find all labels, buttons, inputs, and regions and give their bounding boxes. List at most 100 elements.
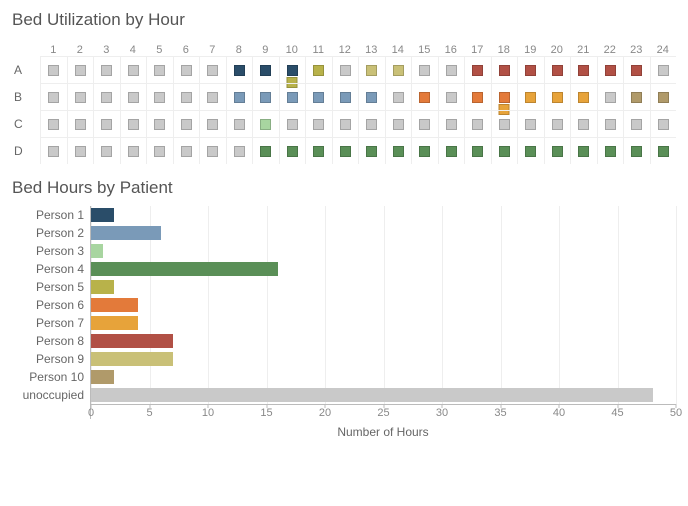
heatmap-cell xyxy=(40,56,67,83)
occupancy-marker xyxy=(313,65,324,76)
occupancy-marker xyxy=(313,92,324,103)
bar-label: unoccupied xyxy=(12,386,90,404)
occupancy-marker xyxy=(340,119,351,130)
bar xyxy=(91,298,138,312)
occupancy-marker xyxy=(605,146,616,157)
heatmap-cell xyxy=(93,83,120,110)
heatmap-cell xyxy=(67,56,94,83)
heatmap-cell xyxy=(623,137,650,164)
hour-header: 7 xyxy=(199,38,226,56)
heatmap-cell xyxy=(226,137,253,164)
heatmap-cell xyxy=(358,110,385,137)
occupancy-marker xyxy=(207,119,218,130)
heatmap-cell xyxy=(358,56,385,83)
occupancy-marker xyxy=(287,65,298,76)
occupancy-marker xyxy=(313,146,324,157)
bar xyxy=(91,370,114,384)
hour-header: 14 xyxy=(385,38,412,56)
heatmap-cell xyxy=(438,110,465,137)
occupancy-marker xyxy=(499,92,510,103)
occupancy-marker xyxy=(472,65,483,76)
occupancy-marker xyxy=(181,119,192,130)
occupancy-marker xyxy=(154,92,165,103)
bar-cell xyxy=(90,224,676,242)
occupancy-marker xyxy=(472,92,483,103)
hour-header: 5 xyxy=(146,38,173,56)
occupancy-marker xyxy=(154,146,165,157)
occupancy-marker xyxy=(552,92,563,103)
x-tick: 40 xyxy=(553,407,565,419)
heatmap-cell xyxy=(385,137,412,164)
heatmap-cell xyxy=(40,137,67,164)
occupancy-marker xyxy=(419,119,430,130)
occupancy-marker xyxy=(658,65,669,76)
heatmap-cell xyxy=(93,110,120,137)
occupancy-marker xyxy=(446,146,457,157)
heatmap-cell xyxy=(252,137,279,164)
heatmap-cell xyxy=(464,56,491,83)
heatmap-cell xyxy=(279,56,306,83)
occupancy-marker xyxy=(260,92,271,103)
occupancy-marker xyxy=(154,119,165,130)
occupancy-marker xyxy=(419,65,430,76)
hour-header: 8 xyxy=(226,38,253,56)
occupancy-marker xyxy=(260,65,271,76)
occupancy-marker xyxy=(658,92,669,103)
occupancy-marker xyxy=(287,119,298,130)
occupancy-marker xyxy=(234,146,245,157)
heatmap-cell xyxy=(491,137,518,164)
occupancy-marker xyxy=(181,92,192,103)
heatmap-cell xyxy=(120,137,147,164)
heatmap-cell xyxy=(411,137,438,164)
heatmap-cell xyxy=(650,137,677,164)
heatmap-cell xyxy=(67,110,94,137)
occupancy-marker xyxy=(75,119,86,130)
hour-header: 4 xyxy=(120,38,147,56)
bar-cell xyxy=(90,296,676,314)
bar-label: Person 5 xyxy=(12,278,90,296)
occupancy-marker xyxy=(525,119,536,130)
heatmap-cell xyxy=(544,110,571,137)
occupancy-marker xyxy=(234,65,245,76)
bar-label: Person 8 xyxy=(12,332,90,350)
heatmap-cell xyxy=(226,56,253,83)
occupancy-marker xyxy=(154,65,165,76)
occupancy-marker xyxy=(340,146,351,157)
hour-header: 2 xyxy=(67,38,94,56)
occupancy-marker xyxy=(393,92,404,103)
heatmap-cell xyxy=(544,56,571,83)
hour-header: 23 xyxy=(623,38,650,56)
hour-header: 13 xyxy=(358,38,385,56)
bar-cell xyxy=(90,278,676,296)
heatmap-cell xyxy=(146,56,173,83)
heatmap-cell xyxy=(146,83,173,110)
occupancy-marker xyxy=(658,119,669,130)
heatmap-cell xyxy=(332,83,359,110)
occupancy-marker xyxy=(181,65,192,76)
heatmap-title: Bed Utilization by Hour xyxy=(12,10,676,30)
heatmap-cell xyxy=(226,110,253,137)
hour-header: 9 xyxy=(252,38,279,56)
heatmap-cell xyxy=(544,83,571,110)
occupancy-marker xyxy=(605,119,616,130)
bar-label: Person 1 xyxy=(12,206,90,224)
heatmap-cell xyxy=(279,137,306,164)
heatmap-cell xyxy=(40,110,67,137)
heatmap-cell xyxy=(332,110,359,137)
heatmap-cell xyxy=(650,56,677,83)
heatmap-cell xyxy=(332,56,359,83)
occupancy-marker xyxy=(393,119,404,130)
bar-label: Person 10 xyxy=(12,368,90,386)
occupancy-marker xyxy=(75,65,86,76)
x-tick: 0 xyxy=(88,407,94,419)
occupancy-marker xyxy=(446,92,457,103)
heatmap-cell xyxy=(544,137,571,164)
heatmap-cell xyxy=(93,137,120,164)
heatmap-cell xyxy=(305,110,332,137)
occupancy-marker xyxy=(101,119,112,130)
heatmap-cell xyxy=(385,56,412,83)
occupancy-marker xyxy=(552,65,563,76)
occupancy-marker xyxy=(419,92,430,103)
occupancy-marker xyxy=(525,65,536,76)
heatmap-cell xyxy=(305,83,332,110)
